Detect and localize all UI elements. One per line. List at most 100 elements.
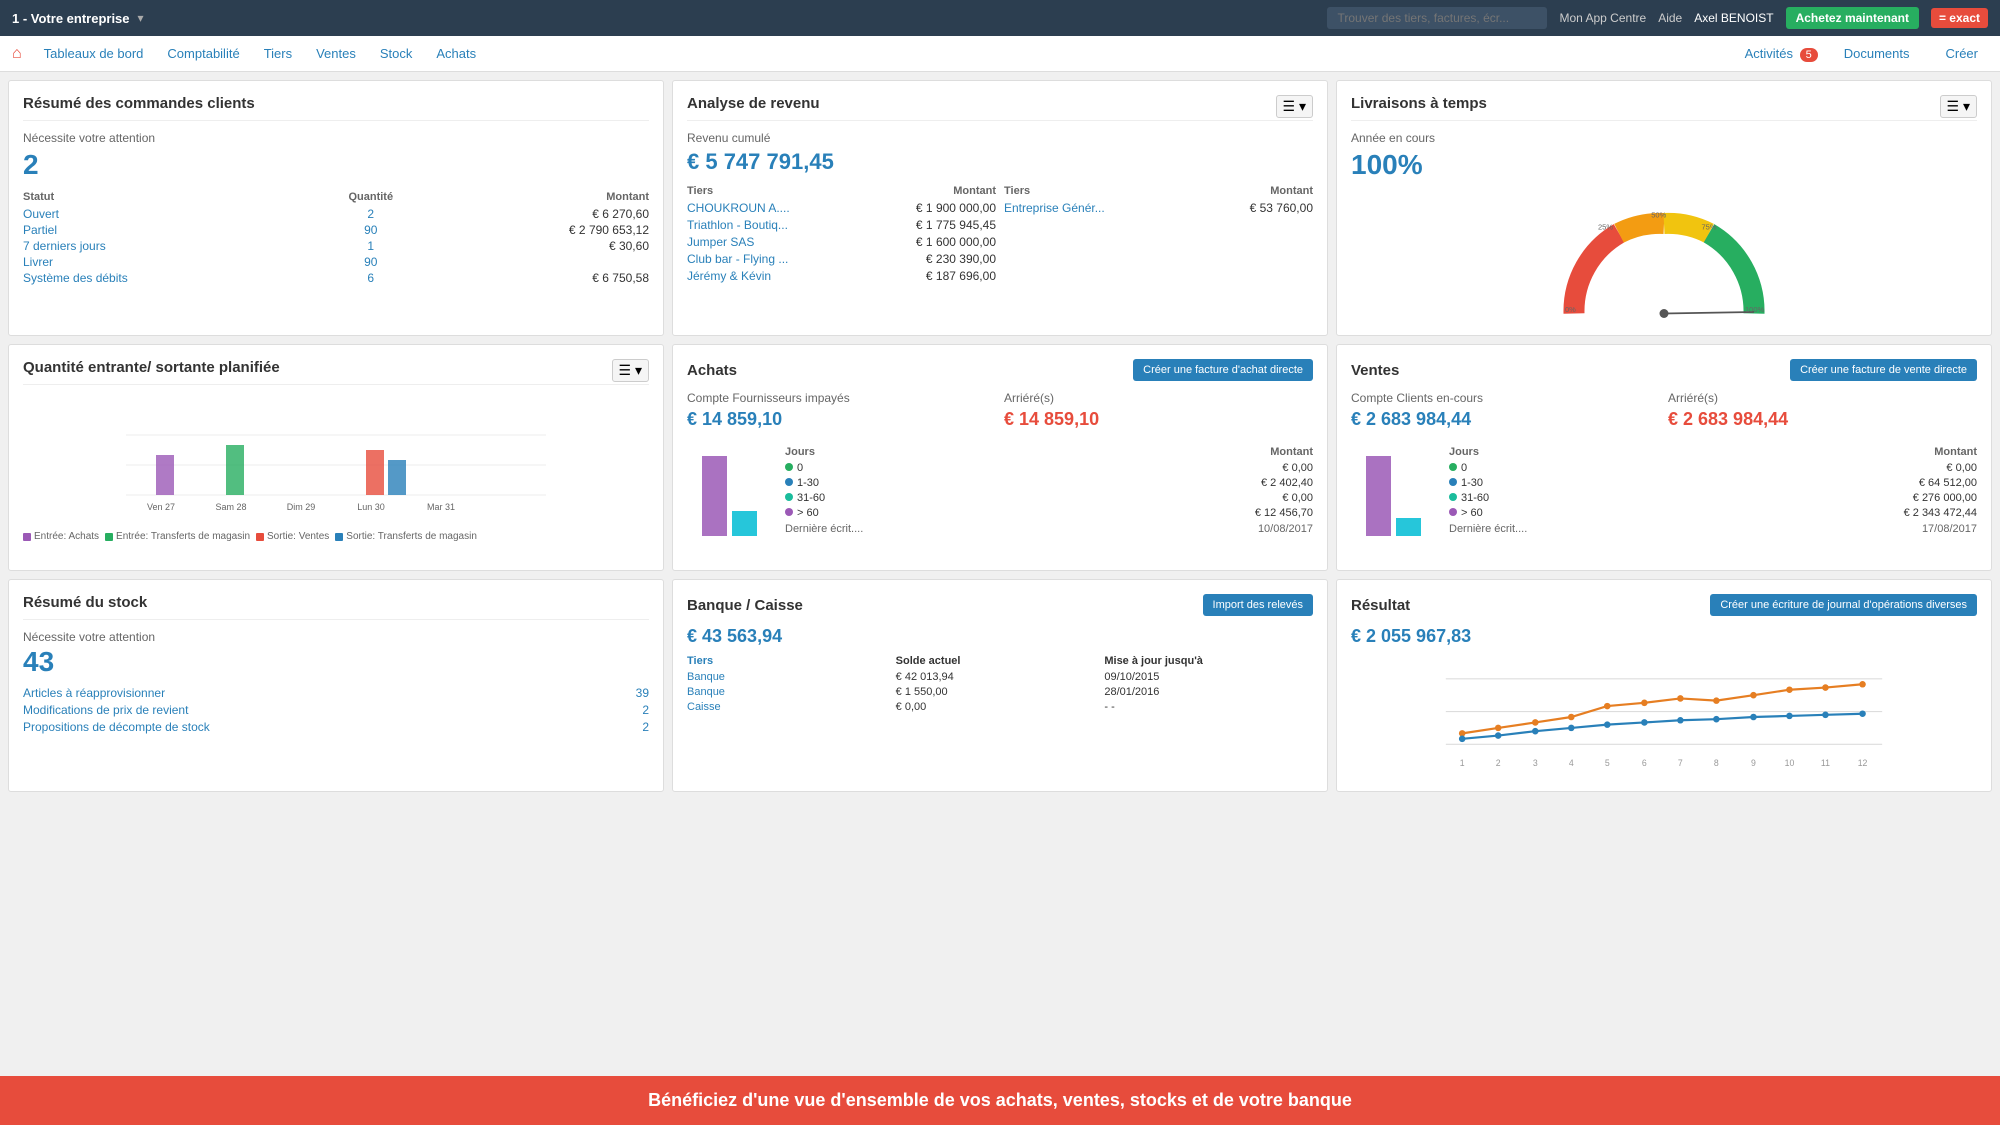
documents-link[interactable]: Documents <box>1834 46 1920 61</box>
ventes-jours-table: Jours Montant 0 € 0,00 1-30 € 64 512,00 … <box>1449 446 1977 556</box>
svg-text:9: 9 <box>1751 758 1756 768</box>
creer-achat-button[interactable]: Créer une facture d'achat directe <box>1133 359 1313 381</box>
ventes-bar-chart <box>1351 446 1441 556</box>
attention-label: Nécessite votre attention <box>23 131 649 145</box>
row-amount-0: € 6 270,60 <box>440 207 649 221</box>
creer-ecriture-button[interactable]: Créer une écriture de journal d'opératio… <box>1710 594 1977 616</box>
quantite-card: Quantité entrante/ sortante planifiée ☰ … <box>8 344 664 571</box>
company-name[interactable]: 1 - Votre entreprise <box>12 11 130 26</box>
sec-nav-left: ⌂ Tableaux de bord Comptabilité Tiers Ve… <box>12 45 486 63</box>
achats-title: Achats <box>687 362 737 379</box>
commandes-table-header: Statut Quantité Montant <box>23 191 649 203</box>
svg-text:6: 6 <box>1642 758 1647 768</box>
analyse-two-col: Tiers Montant CHOUKROUN A.... € 1 900 00… <box>687 185 1313 286</box>
banque-table-header: Tiers Solde actuel Mise à jour jusqu'à <box>687 655 1313 667</box>
tiers-header-left: Tiers Montant <box>687 185 996 197</box>
main-content: Résumé des commandes clients Nécessite v… <box>0 72 2000 800</box>
achats-detail: Jours Montant 0 € 0,00 1-30 € 2 402,40 3… <box>687 446 1313 556</box>
ventes-jours-row-1: 1-30 € 64 512,00 <box>1449 477 1977 489</box>
tiers-row-0: CHOUKROUN A.... € 1 900 000,00 <box>687 201 996 215</box>
row-qty-0: 2 <box>301 207 440 221</box>
ventes-card: Ventes Créer une facture de vente direct… <box>1336 344 1992 571</box>
quantite-chart: Ven 27 Sam 28 Dim 29 Lun 30 Mar 31 <box>23 395 649 525</box>
search-input[interactable] <box>1327 7 1547 29</box>
svg-text:5: 5 <box>1605 758 1610 768</box>
aide-link[interactable]: Aide <box>1658 11 1682 25</box>
quantite-title: Quantité entrante/ sortante planifiée <box>23 359 649 385</box>
app-centre-link[interactable]: Mon App Centre <box>1559 11 1646 25</box>
svg-text:10: 10 <box>1785 758 1795 768</box>
row-label-0[interactable]: Ouvert <box>23 207 301 221</box>
ventes-title: Ventes <box>1351 362 1399 379</box>
nav-ventes[interactable]: Ventes <box>306 46 366 61</box>
nav-tableaux[interactable]: Tableaux de bord <box>34 46 154 61</box>
ventes-jours-row-2: 31-60 € 276 000,00 <box>1449 492 1977 504</box>
svg-text:50%: 50% <box>1651 211 1666 220</box>
resultat-title: Résultat <box>1351 597 1410 614</box>
row-label-2[interactable]: 7 derniers jours <box>23 239 301 253</box>
ventes-jours-header: Jours Montant <box>1449 446 1977 458</box>
sec-nav-right: Activités 5 Documents Créer <box>1745 46 1988 61</box>
resultat-chart: 1 2 3 4 5 6 7 8 9 10 11 12 <box>1351 657 1977 777</box>
banque-row-2: Caisse € 0,00 - - <box>687 701 1313 713</box>
commandes-count: 2 <box>23 149 649 181</box>
row-label-3[interactable]: Livrer <box>23 255 301 269</box>
row-label-1[interactable]: Partiel <box>23 223 301 237</box>
tiers-row-1: Triathlon - Boutiq... € 1 775 945,45 <box>687 218 996 232</box>
analyse-title: Analyse de revenu <box>687 95 1313 121</box>
tiers-right-col: Tiers Montant Entreprise Génér... € 53 7… <box>1004 185 1313 286</box>
jours-row-3: > 60 € 12 456,70 <box>785 507 1313 519</box>
gauge-svg: 0% 25% 50% 75% 100% <box>1351 201 1977 321</box>
top-bar-right: Mon App Centre Aide Axel BENOIST Achetez… <box>1327 7 1988 29</box>
analyse-amount: € 5 747 791,45 <box>687 149 1313 175</box>
row-amount-4: € 6 750,58 <box>440 271 649 285</box>
commandes-row-0: Ouvert 2 € 6 270,60 <box>23 207 649 221</box>
stock-row-1: Modifications de prix de revient 2 <box>23 703 649 717</box>
creer-link[interactable]: Créer <box>1935 46 1988 61</box>
analyse-card: Analyse de revenu ☰ ▾ Revenu cumulé € 5 … <box>672 80 1328 336</box>
jours-row-2: 31-60 € 0,00 <box>785 492 1313 504</box>
row-qty-3: 90 <box>301 255 440 269</box>
row-label-4[interactable]: Système des débits <box>23 271 301 285</box>
menu-button-analyse[interactable]: ☰ ▾ <box>1276 95 1313 118</box>
row-amount-1: € 2 790 653,12 <box>440 223 649 237</box>
nav-comptabilite[interactable]: Comptabilité <box>157 46 249 61</box>
legend-transferts-sortie: Sortie: Transferts de magasin <box>335 531 477 542</box>
svg-text:12: 12 <box>1858 758 1868 768</box>
legend-transferts-entree: Entrée: Transferts de magasin <box>105 531 250 542</box>
commandes-row-3: Livrer 90 <box>23 255 649 269</box>
tiers-header-right: Tiers Montant <box>1004 185 1313 197</box>
menu-button-quantite[interactable]: ☰ ▾ <box>612 359 649 382</box>
ventes-arriere-label: Arriéré(s) <box>1668 391 1977 405</box>
chevron-down-icon: ▾ <box>138 11 144 25</box>
import-releves-button[interactable]: Import des relevés <box>1203 594 1313 616</box>
commandes-card: Résumé des commandes clients Nécessite v… <box>8 80 664 336</box>
tiers-right-row-0: Entreprise Génér... € 53 760,00 <box>1004 201 1313 215</box>
banque-title: Banque / Caisse <box>687 597 803 614</box>
resultat-amount: € 2 055 967,83 <box>1351 626 1977 647</box>
menu-button-livraisons[interactable]: ☰ ▾ <box>1940 95 1977 118</box>
home-icon[interactable]: ⌂ <box>12 45 22 63</box>
promo-banner: Bénéficiez d'une vue d'ensemble de vos a… <box>0 1076 2000 1125</box>
tiers-row-4: Jérémy & Kévin € 187 696,00 <box>687 269 996 283</box>
banque-row-1: Banque € 1 550,00 28/01/2016 <box>687 686 1313 698</box>
nav-tiers[interactable]: Tiers <box>254 46 302 61</box>
top-bar-left: 1 - Votre entreprise ▾ <box>12 11 144 26</box>
tiers-left-col: Tiers Montant CHOUKROUN A.... € 1 900 00… <box>687 185 996 286</box>
livraisons-card: Livraisons à temps ☰ ▾ Année en cours 10… <box>1336 80 1992 336</box>
row-amount-2: € 30,60 <box>440 239 649 253</box>
ventes-derniere-row: Dernière écrit.... 17/08/2017 <box>1449 523 1977 535</box>
activites-link[interactable]: Activités 5 <box>1745 46 1818 61</box>
creer-vente-button[interactable]: Créer une facture de vente directe <box>1790 359 1977 381</box>
commandes-title: Résumé des commandes clients <box>23 95 649 121</box>
nav-achats[interactable]: Achats <box>426 46 486 61</box>
derniere-row: Dernière écrit.... 10/08/2017 <box>785 523 1313 535</box>
jours-row-1: 1-30 € 2 402,40 <box>785 477 1313 489</box>
buy-now-button[interactable]: Achetez maintenant <box>1786 7 1919 29</box>
user-name: Axel BENOIST <box>1694 11 1773 25</box>
ventes-compte-label: Compte Clients en-cours <box>1351 391 1660 405</box>
secondary-nav: ⌂ Tableaux de bord Comptabilité Tiers Ve… <box>0 36 2000 72</box>
arriere-amount: € 14 859,10 <box>1004 409 1313 430</box>
nav-stock[interactable]: Stock <box>370 46 423 61</box>
row-qty-1: 90 <box>301 223 440 237</box>
